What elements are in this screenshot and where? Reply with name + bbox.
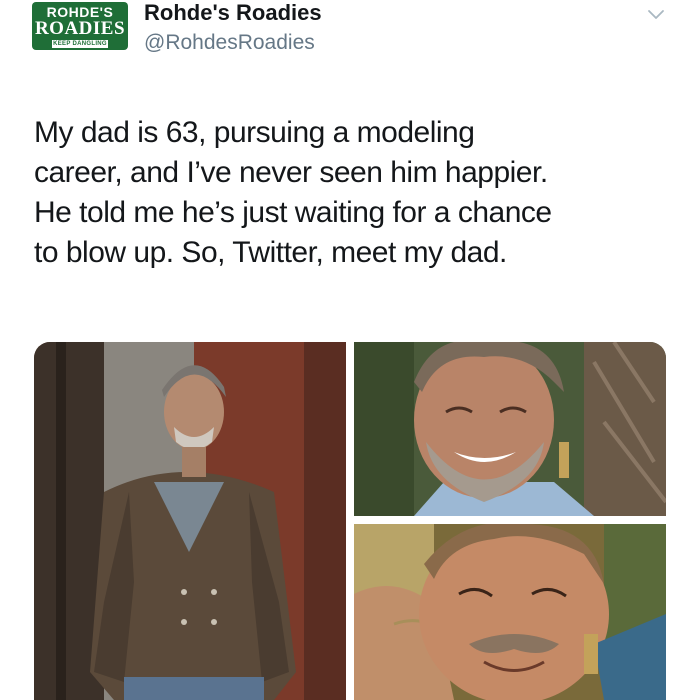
tweet-text-line: to blow up. So, Twitter, meet my dad. [34,236,507,269]
tweet-text-line: career, and I’ve never seen him happier. [34,156,548,189]
photo-man-head-on-hand[interactable] [354,524,666,700]
avatar-logo-sub: KEEP DANGLING [52,40,108,48]
tweet-text-line: He told me he’s just waiting for a chanc… [34,196,552,229]
avatar-logo-top: ROHDE'S [46,4,114,20]
tweet-card: ROHDE'S ROADIES KEEP DANGLING Rohde's Ro… [0,0,693,700]
avatar-logo-main: ROADIES [34,18,126,39]
chevron-down-icon[interactable] [646,4,666,24]
media-grid [34,342,666,700]
photo-man-leather-jacket[interactable] [34,342,346,700]
display-name[interactable]: Rohde's Roadies [144,0,322,26]
avatar[interactable]: ROHDE'S ROADIES KEEP DANGLING [32,2,128,50]
photo-man-smiling[interactable] [354,342,666,516]
tweet-text: My dad is 63, pursuing a modeling career… [34,113,679,273]
user-handle[interactable]: @RohdesRoadies [144,30,315,56]
tweet-text-line: My dad is 63, pursuing a modeling [34,116,475,149]
